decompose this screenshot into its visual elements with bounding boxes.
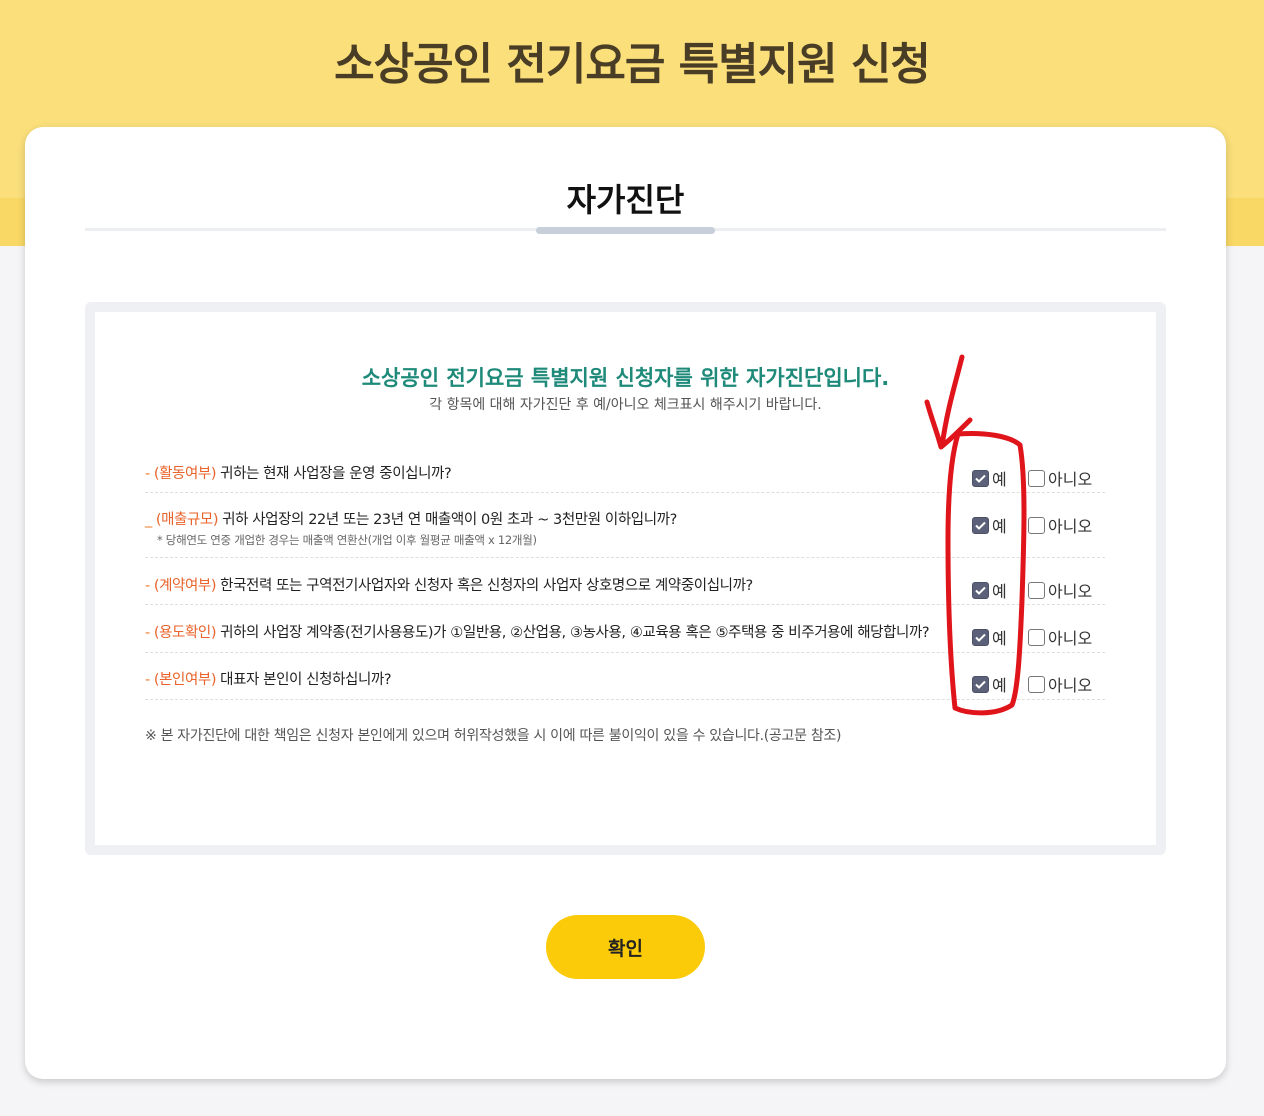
disclaimer-text: ※ 본 자가진단에 대한 책임은 신청자 본인에게 있으며 허위작성했을 시 이… — [145, 728, 842, 744]
yes-option[interactable]: 예 — [972, 672, 1007, 696]
no-checkbox[interactable] — [1028, 628, 1045, 646]
intro-title: 소상공인 전기요금 특별지원 신청자를 위한 자가진단입니다. — [361, 366, 890, 390]
no-label: 아니오 — [1048, 629, 1093, 648]
no-option[interactable]: 아니오 — [1028, 578, 1092, 602]
question-row-activity: - (활동여부) 귀하는 현재 사업장을 운영 중이십니까? 예 아니오 — [145, 442, 1105, 493]
question-text: - (용도확인) 귀하의 사업장 계약종(전기사용용도)가 ①일반용, ②산업용, … — [145, 621, 930, 642]
no-label: 아니오 — [1048, 676, 1093, 695]
intro-subtitle: 각 항목에 대해 자가진단 후 예/아니오 체크표시 해주시기 바랍니다. — [429, 397, 822, 413]
no-option[interactable]: 아니오 — [1028, 513, 1092, 537]
no-option[interactable]: 아니오 — [1028, 625, 1092, 649]
question-note: * 당해연도 연중 개업한 경우는 매출액 연환산(개업 이후 월평균 매출액 … — [157, 533, 537, 547]
yes-checkbox-checked[interactable] — [972, 581, 989, 599]
no-checkbox[interactable] — [1028, 675, 1045, 693]
question-label: 귀하 사업장의 22년 또는 23년 연 매출액이 0원 초과 ~ 3천만원 이… — [222, 512, 677, 528]
question-dash: - — [145, 672, 150, 688]
no-checkbox[interactable] — [1028, 581, 1045, 599]
question-tag: (본인여부) — [153, 672, 217, 688]
question-row-sales: _ (매출규모) 귀하 사업장의 22년 또는 23년 연 매출액이 0원 초과 ~… — [145, 493, 1105, 558]
question-tag: (매출규모) — [155, 512, 219, 528]
question-dash: - — [145, 578, 150, 594]
yes-label: 예 — [992, 676, 1007, 695]
yes-option[interactable]: 예 — [972, 466, 1007, 490]
title-divider-accent — [536, 227, 715, 234]
yes-option[interactable]: 예 — [972, 578, 1007, 602]
question-label: 한국전력 또는 구역전기사업자와 신청자 혹은 신청자의 사업자 상호명으로 계… — [220, 578, 753, 594]
question-dash: _ — [145, 512, 152, 528]
question-text: _ (매출규모) 귀하 사업장의 22년 또는 23년 연 매출액이 0원 초과 ~… — [145, 508, 677, 529]
no-label: 아니오 — [1048, 470, 1093, 489]
check-icon — [975, 521, 986, 530]
page-title: 소상공인 전기요금 특별지원 신청 — [334, 39, 931, 90]
no-option[interactable]: 아니오 — [1028, 466, 1092, 490]
main-card: 자가진단 소상공인 전기요금 특별지원 신청자를 위한 자가진단입니다. 각 항… — [25, 127, 1226, 1079]
question-text: - (계약여부) 한국전력 또는 구역전기사업자와 신청자 혹은 신청자의 사업자 … — [145, 574, 753, 595]
question-tag: (활동여부) — [153, 466, 217, 482]
check-icon — [975, 680, 986, 689]
no-option[interactable]: 아니오 — [1028, 672, 1092, 696]
question-label: 귀하는 현재 사업장을 운영 중이십니까? — [220, 466, 452, 482]
yes-option[interactable]: 예 — [972, 625, 1007, 649]
question-tag: (계약여부) — [153, 578, 217, 594]
yes-checkbox-checked[interactable] — [972, 469, 989, 487]
no-label: 아니오 — [1048, 582, 1093, 601]
question-row-contract: - (계약여부) 한국전력 또는 구역전기사업자와 신청자 혹은 신청자의 사업자 … — [145, 558, 1105, 605]
check-icon — [975, 586, 986, 595]
confirm-button[interactable]: 확인 — [546, 915, 705, 979]
question-text: - (본인여부) 대표자 본인이 신청하십니까? — [145, 668, 392, 689]
yes-label: 예 — [992, 517, 1007, 536]
no-label: 아니오 — [1048, 517, 1093, 536]
no-checkbox[interactable] — [1028, 516, 1045, 534]
yes-checkbox-checked[interactable] — [972, 516, 989, 534]
question-text: - (활동여부) 귀하는 현재 사업장을 운영 중이십니까? — [145, 462, 452, 483]
question-dash: - — [145, 466, 150, 482]
question-row-usage: - (용도확인) 귀하의 사업장 계약종(전기사용용도)가 ①일반용, ②산업용, … — [145, 605, 1105, 653]
question-dash: - — [145, 625, 150, 641]
section-title: 자가진단 — [566, 181, 685, 219]
yes-checkbox-checked[interactable] — [972, 675, 989, 693]
yes-label: 예 — [992, 582, 1007, 601]
no-checkbox[interactable] — [1028, 469, 1045, 487]
question-tag: (용도확인) — [153, 625, 217, 641]
question-label: 귀하의 사업장 계약종(전기사용용도)가 ①일반용, ②산업용, ③농사용, ④… — [220, 625, 930, 641]
question-row-identity: - (본인여부) 대표자 본인이 신청하십니까? 예 아니오 — [145, 653, 1105, 700]
yes-option[interactable]: 예 — [972, 513, 1007, 537]
check-icon — [975, 474, 986, 483]
self-diagnosis-box: 소상공인 전기요금 특별지원 신청자를 위한 자가진단입니다. 각 항목에 대해… — [85, 302, 1166, 855]
yes-label: 예 — [992, 629, 1007, 648]
question-label: 대표자 본인이 신청하십니까? — [220, 672, 392, 688]
check-icon — [975, 633, 986, 642]
yes-checkbox-checked[interactable] — [972, 628, 989, 646]
yes-label: 예 — [992, 470, 1007, 489]
